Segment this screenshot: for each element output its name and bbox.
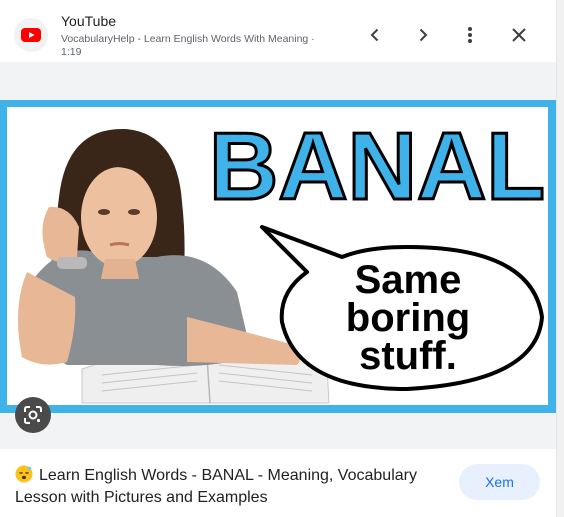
sleeping-face-icon [15, 465, 33, 483]
more-vert-icon [468, 27, 472, 43]
more-options-button[interactable] [457, 22, 483, 48]
source-name[interactable]: YouTube [61, 13, 116, 29]
bubble-line-3: stuff. [359, 334, 457, 378]
image-preview-panel: YouTube VocabularyHelp - Learn English W… [0, 0, 556, 517]
source-subtitle[interactable]: VocabularyHelp - Learn English Words Wit… [61, 33, 331, 59]
thumbnail-artwork: BANAL Same boring stuff. [7, 107, 548, 405]
headline-text: BANAL [209, 113, 545, 220]
preview-header: YouTube VocabularyHelp - Learn English W… [0, 0, 556, 62]
result-caption[interactable]: Learn English Words - BANAL - Meaning, V… [15, 465, 435, 509]
next-button[interactable] [410, 22, 436, 48]
youtube-logo-icon [14, 18, 48, 52]
close-icon [512, 28, 526, 42]
page-scrollbar[interactable] [556, 0, 564, 517]
caption-title: Learn English Words - BANAL - Meaning, V… [15, 467, 417, 506]
google-lens-button[interactable] [15, 397, 51, 433]
video-thumbnail[interactable]: BANAL Same boring stuff. [0, 100, 556, 413]
close-button[interactable] [506, 22, 532, 48]
google-lens-icon [24, 406, 42, 424]
chevron-right-icon [419, 28, 428, 42]
previous-button[interactable] [362, 22, 388, 48]
view-button[interactable]: Xem [459, 464, 540, 500]
chevron-left-icon [370, 28, 379, 42]
thumbnail-content: BANAL Same boring stuff. [7, 107, 548, 405]
